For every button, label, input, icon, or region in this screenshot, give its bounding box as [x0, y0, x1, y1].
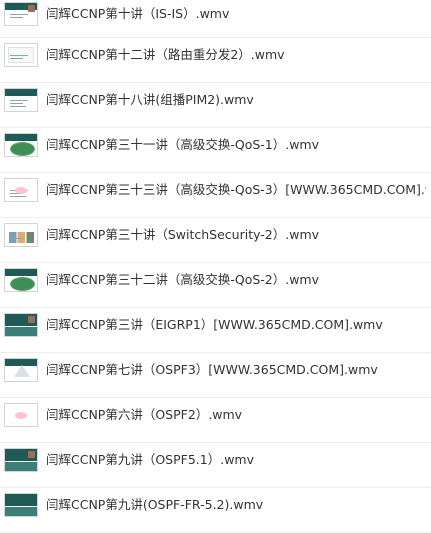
file-row[interactable]: 闫辉CCNP第十二讲（路由重分发2）.wmv — [0, 38, 431, 83]
file-name[interactable]: 闫辉CCNP第三十三讲（高级交换-QoS-3）[WWW.365CMD.COM].… — [46, 181, 426, 199]
file-name[interactable]: 闫辉CCNP第七讲（OSPF3）[WWW.365CMD.COM].wmv — [46, 361, 426, 379]
video-slide-thumbnail-icon[interactable] — [4, 43, 38, 67]
file-row[interactable]: 闫辉CCNP第三十二讲（高级交换-QoS-2）.wmv — [0, 263, 431, 308]
video-slide-thumbnail-icon[interactable] — [4, 223, 38, 247]
file-row[interactable]: 闫辉CCNP第九讲（OSPF5.1）.wmv — [0, 443, 431, 488]
file-row[interactable]: 闫辉CCNP第六讲（OSPF2）.wmv — [0, 398, 431, 443]
video-slide-thumbnail-icon[interactable] — [4, 493, 38, 517]
file-name[interactable]: 闫辉CCNP第九讲（OSPF5.1）.wmv — [46, 451, 426, 469]
video-slide-thumbnail-icon[interactable] — [4, 178, 38, 202]
file-row[interactable]: 闫辉CCNP第三十三讲（高级交换-QoS-3）[WWW.365CMD.COM].… — [0, 173, 431, 218]
file-row[interactable]: 闫辉CCNP第三十一讲（高级交换-QoS-1）.wmv — [0, 128, 431, 173]
video-slide-thumbnail-icon[interactable] — [4, 358, 38, 382]
file-name[interactable]: 闫辉CCNP第三十讲（SwitchSecurity-2）.wmv — [46, 226, 426, 244]
file-name[interactable]: 闫辉CCNP第十二讲（路由重分发2）.wmv — [46, 46, 426, 64]
video-slide-thumbnail-icon[interactable] — [4, 2, 38, 26]
video-slide-thumbnail-icon[interactable] — [4, 313, 38, 337]
file-row[interactable]: 闫辉CCNP第三十讲（SwitchSecurity-2）.wmv — [0, 218, 431, 263]
file-row[interactable]: 闫辉CCNP第九讲(OSPF-FR-5.2).wmv — [0, 488, 431, 533]
file-row[interactable]: 闫辉CCNP第三讲（EIGRP1）[WWW.365CMD.COM].wmv — [0, 308, 431, 353]
file-row[interactable]: 闫辉CCNP第十讲（IS-IS）.wmv — [0, 0, 431, 38]
video-slide-thumbnail-icon[interactable] — [4, 88, 38, 112]
file-name[interactable]: 闫辉CCNP第六讲（OSPF2）.wmv — [46, 406, 426, 424]
video-slide-thumbnail-icon[interactable] — [4, 448, 38, 472]
video-slide-thumbnail-icon[interactable] — [4, 268, 38, 292]
file-list: 闫辉CCNP第十讲（IS-IS）.wmv 闫辉CCNP第十二讲（路由重分发2）.… — [0, 0, 431, 533]
file-name[interactable]: 闫辉CCNP第三十二讲（高级交换-QoS-2）.wmv — [46, 271, 426, 289]
video-slide-thumbnail-icon[interactable] — [4, 403, 38, 427]
file-name[interactable]: 闫辉CCNP第三十一讲（高级交换-QoS-1）.wmv — [46, 136, 426, 154]
video-slide-thumbnail-icon[interactable] — [4, 133, 38, 157]
file-name[interactable]: 闫辉CCNP第十八讲(组播PIM2).wmv — [46, 91, 426, 109]
file-name[interactable]: 闫辉CCNP第十讲（IS-IS）.wmv — [46, 5, 426, 23]
file-name[interactable]: 闫辉CCNP第九讲(OSPF-FR-5.2).wmv — [46, 496, 426, 514]
file-name[interactable]: 闫辉CCNP第三讲（EIGRP1）[WWW.365CMD.COM].wmv — [46, 316, 426, 334]
file-row[interactable]: 闫辉CCNP第七讲（OSPF3）[WWW.365CMD.COM].wmv — [0, 353, 431, 398]
file-row[interactable]: 闫辉CCNP第十八讲(组播PIM2).wmv — [0, 83, 431, 128]
